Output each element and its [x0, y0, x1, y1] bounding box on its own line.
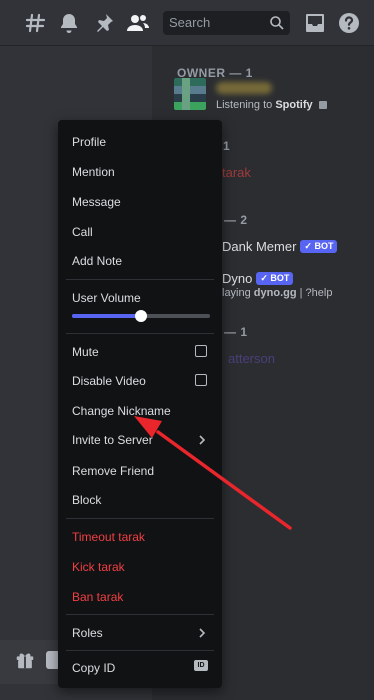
- menu-mute[interactable]: Mute: [72, 345, 99, 359]
- menu-separator: [66, 614, 214, 615]
- threads-icon[interactable]: [24, 11, 48, 35]
- member-dank-memer[interactable]: Dank Memer ✓ BOT: [222, 239, 338, 254]
- bell-icon[interactable]: [57, 11, 81, 35]
- bot-label: BOT: [270, 273, 290, 283]
- menu-copy-id[interactable]: Copy ID: [72, 661, 115, 675]
- menu-disable-video[interactable]: Disable Video: [72, 374, 146, 388]
- menu-add-note[interactable]: Add Note: [72, 254, 122, 268]
- dank-memer-name: Dank Memer: [222, 239, 297, 254]
- dyno-status-suffix: | ?help: [296, 287, 333, 299]
- search-icon: [269, 15, 285, 31]
- activity-card-icon: [318, 101, 327, 109]
- menu-user-volume-label: User Volume: [72, 291, 141, 305]
- group-header-4: — 1: [224, 325, 248, 339]
- activity-app: Spotify: [275, 99, 313, 111]
- menu-separator: [66, 650, 214, 651]
- disable-video-checkbox[interactable]: [195, 374, 207, 386]
- menu-ban[interactable]: Ban tarak: [72, 590, 123, 604]
- menu-message[interactable]: Message: [72, 195, 121, 209]
- menu-block[interactable]: Block: [72, 493, 101, 507]
- chevron-right-icon: [197, 628, 207, 638]
- member-tarak[interactable]: tarak: [222, 165, 251, 180]
- bot-label: BOT: [314, 241, 334, 251]
- search-placeholder: Search: [169, 15, 211, 30]
- menu-timeout[interactable]: Timeout tarak: [72, 530, 145, 544]
- avatar[interactable]: [174, 78, 206, 110]
- group-header-3: — 2: [224, 213, 248, 227]
- mute-checkbox[interactable]: [195, 345, 207, 357]
- chevron-right-icon: [197, 435, 207, 445]
- dyno-status-bold: dyno.gg: [253, 287, 297, 299]
- channel-header: Search: [0, 0, 374, 46]
- menu-invite-to-server[interactable]: Invite to Server: [72, 433, 153, 447]
- menu-remove-friend[interactable]: Remove Friend: [72, 464, 154, 478]
- volume-slider-handle[interactable]: [135, 310, 147, 322]
- group-header-2: 1: [223, 139, 231, 153]
- dyno-status-prefix: laying: [222, 287, 254, 299]
- menu-roles[interactable]: Roles: [72, 626, 103, 640]
- help-icon[interactable]: [337, 11, 361, 35]
- member-dyno[interactable]: Dyno ✓ BOT: [222, 271, 294, 286]
- menu-change-nickname[interactable]: Change Nickname: [72, 404, 171, 418]
- search-input[interactable]: Search: [163, 11, 290, 35]
- members-icon[interactable]: [126, 11, 150, 35]
- gift-icon[interactable]: [14, 649, 36, 671]
- menu-separator: [66, 518, 214, 519]
- volume-slider-fill: [72, 314, 141, 318]
- menu-profile[interactable]: Profile: [72, 135, 106, 149]
- menu-separator: [66, 279, 214, 280]
- owner-activity: Listening to Spotify: [216, 99, 327, 111]
- pin-icon[interactable]: [92, 11, 116, 35]
- dyno-name: Dyno: [222, 271, 253, 286]
- menu-kick[interactable]: Kick tarak: [72, 560, 125, 574]
- inbox-icon[interactable]: [303, 11, 327, 35]
- dyno-status: laying dyno.gg | ?help: [222, 287, 332, 299]
- menu-mention[interactable]: Mention: [72, 165, 115, 179]
- member-patterson[interactable]: atterson: [228, 351, 275, 366]
- bot-badge: ✓ BOT: [256, 272, 294, 285]
- activity-prefix: Listening to: [216, 99, 276, 111]
- owner-name-blurred[interactable]: [216, 82, 272, 94]
- user-context-menu: Profile Mention Message Call Add Note Us…: [58, 120, 222, 688]
- bot-badge: ✓ BOT: [300, 240, 338, 253]
- menu-call[interactable]: Call: [72, 225, 93, 239]
- id-badge-icon: ID: [194, 660, 208, 671]
- menu-separator: [66, 333, 214, 334]
